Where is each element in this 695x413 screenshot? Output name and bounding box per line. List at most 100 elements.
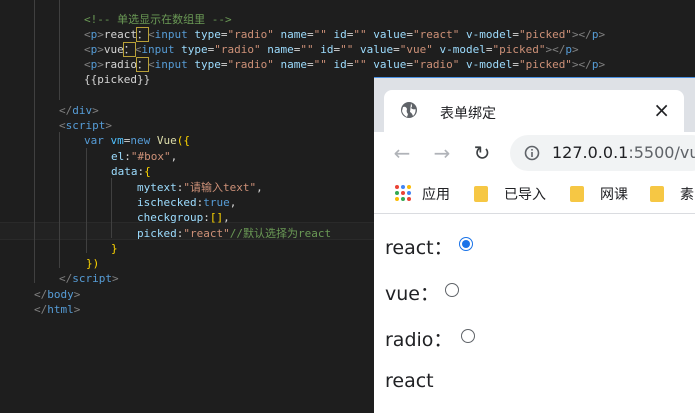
- code-token: </: [34, 303, 48, 316]
- code-token: =: [306, 58, 314, 71]
- code-token: <: [84, 58, 91, 71]
- code-token: p: [565, 43, 572, 56]
- code-line: <script>: [59, 118, 112, 133]
- code-line: }): [86, 256, 99, 271]
- code-token: name: [267, 43, 294, 56]
- code-token: >: [598, 58, 606, 71]
- react-radio[interactable]: [459, 237, 473, 251]
- code-token: "radio": [227, 28, 274, 41]
- code-token: "react": [412, 28, 460, 41]
- code-token: ,: [223, 211, 230, 224]
- code-token: input: [154, 28, 188, 41]
- code-line: </html>: [34, 302, 80, 317]
- indent-guide: [59, 132, 60, 268]
- code-token: "radio": [412, 58, 460, 71]
- forward-arrow-icon[interactable]: →: [430, 141, 454, 165]
- code-token: "": [353, 28, 367, 41]
- code-token: "": [313, 28, 327, 41]
- code-token: "picked": [492, 43, 546, 56]
- code-token: react: [103, 28, 137, 41]
- code-token: ({: [176, 134, 190, 147]
- code-token: "": [300, 43, 314, 56]
- folder-icon: [474, 186, 488, 202]
- code-token: "picked": [518, 58, 572, 71]
- code-token: <: [59, 119, 66, 132]
- code-line: {{picked}}: [84, 72, 150, 87]
- indent-guide: [86, 148, 87, 253]
- page-content: react： vue： radio： react: [374, 214, 695, 413]
- vue-label: vue：: [385, 283, 439, 305]
- code-token: ></: [571, 58, 592, 71]
- code-line: var vm=new Vue({: [84, 133, 190, 148]
- browser-window: 表单绑定 × ← → ↻ 127.0.0.1:5500/vu 应用 已导入 网课…: [374, 77, 695, 413]
- radio-radio[interactable]: [461, 329, 475, 343]
- code-token: data: [111, 165, 138, 178]
- close-icon[interactable]: ×: [653, 96, 670, 124]
- folder-icon: [570, 186, 584, 202]
- code-token: true: [203, 196, 230, 209]
- code-token: ：: [136, 27, 149, 42]
- code-token: ></: [545, 43, 566, 56]
- bookmark-material[interactable]: 素: [650, 184, 694, 204]
- address-bar[interactable]: 127.0.0.1:5500/vu: [510, 135, 695, 171]
- code-token: type: [181, 43, 208, 56]
- code-line: <!-- 单选显示在数组里 -->: [84, 12, 232, 27]
- code-token: >: [73, 303, 81, 316]
- code-line: <p>vue：<input type="radio" name="" id=""…: [84, 42, 579, 57]
- code-token: body: [47, 288, 74, 301]
- code-token: Vue: [156, 134, 177, 147]
- code-token: id: [333, 28, 347, 41]
- code-token: "radio": [214, 43, 261, 56]
- vue-radio[interactable]: [445, 283, 459, 297]
- reload-icon[interactable]: ↻: [470, 141, 494, 165]
- code-line: </div>: [59, 103, 99, 118]
- bookmark-imported[interactable]: 已导入: [474, 184, 546, 204]
- code-token: :: [124, 150, 131, 163]
- code-line: checkgroup:[],: [137, 210, 230, 225]
- code-token: >: [97, 43, 104, 56]
- code-token: <: [148, 58, 155, 71]
- code-line: <p>react：<input type="radio" name="" id=…: [84, 27, 605, 42]
- bookmark-label: 已导入: [504, 187, 546, 203]
- code-token: =: [393, 43, 400, 56]
- code-token: type: [194, 58, 221, 71]
- code-token: ,: [229, 196, 237, 209]
- code-token: vm: [110, 134, 124, 147]
- code-token: script: [72, 272, 112, 285]
- code-token: =: [406, 28, 413, 41]
- code-token: :: [203, 211, 210, 224]
- code-token: <: [84, 43, 91, 56]
- code-token: }: [111, 242, 118, 255]
- code-line: el:"#box",: [111, 149, 177, 164]
- code-token: []: [209, 211, 224, 224]
- folder-icon: [650, 186, 664, 202]
- code-token: vue: [103, 43, 124, 56]
- indent-guide: [59, 0, 60, 100]
- apps-grid-icon[interactable]: [394, 184, 412, 202]
- back-arrow-icon[interactable]: ←: [390, 141, 414, 165]
- code-line: </body>: [34, 287, 80, 302]
- bookmark-label: 素: [680, 187, 694, 203]
- code-token: new: [130, 134, 151, 147]
- code-token: >: [105, 119, 112, 132]
- code-token: script: [65, 119, 106, 132]
- bookmark-online-course[interactable]: 网课: [570, 184, 628, 204]
- code-token: value: [359, 43, 394, 56]
- bookmark-apps[interactable]: 应用: [422, 184, 450, 204]
- code-token: el: [111, 150, 125, 163]
- code-token: ,: [256, 181, 263, 194]
- info-icon[interactable]: [524, 145, 540, 161]
- code-token: >: [571, 43, 579, 56]
- code-token: radio: [103, 58, 137, 71]
- code-token: >: [598, 28, 606, 41]
- code-line: }: [111, 241, 118, 256]
- url-text: 127.0.0.1:5500/vu: [552, 143, 695, 162]
- browser-tab[interactable]: 表单绑定 ×: [384, 90, 684, 133]
- code-token: v-model: [465, 28, 513, 41]
- code-token: <: [148, 28, 155, 41]
- code-token: =: [306, 28, 314, 41]
- code-token: =: [220, 28, 228, 41]
- code-token: //默认选择为react: [229, 227, 332, 240]
- code-token: >: [97, 58, 104, 71]
